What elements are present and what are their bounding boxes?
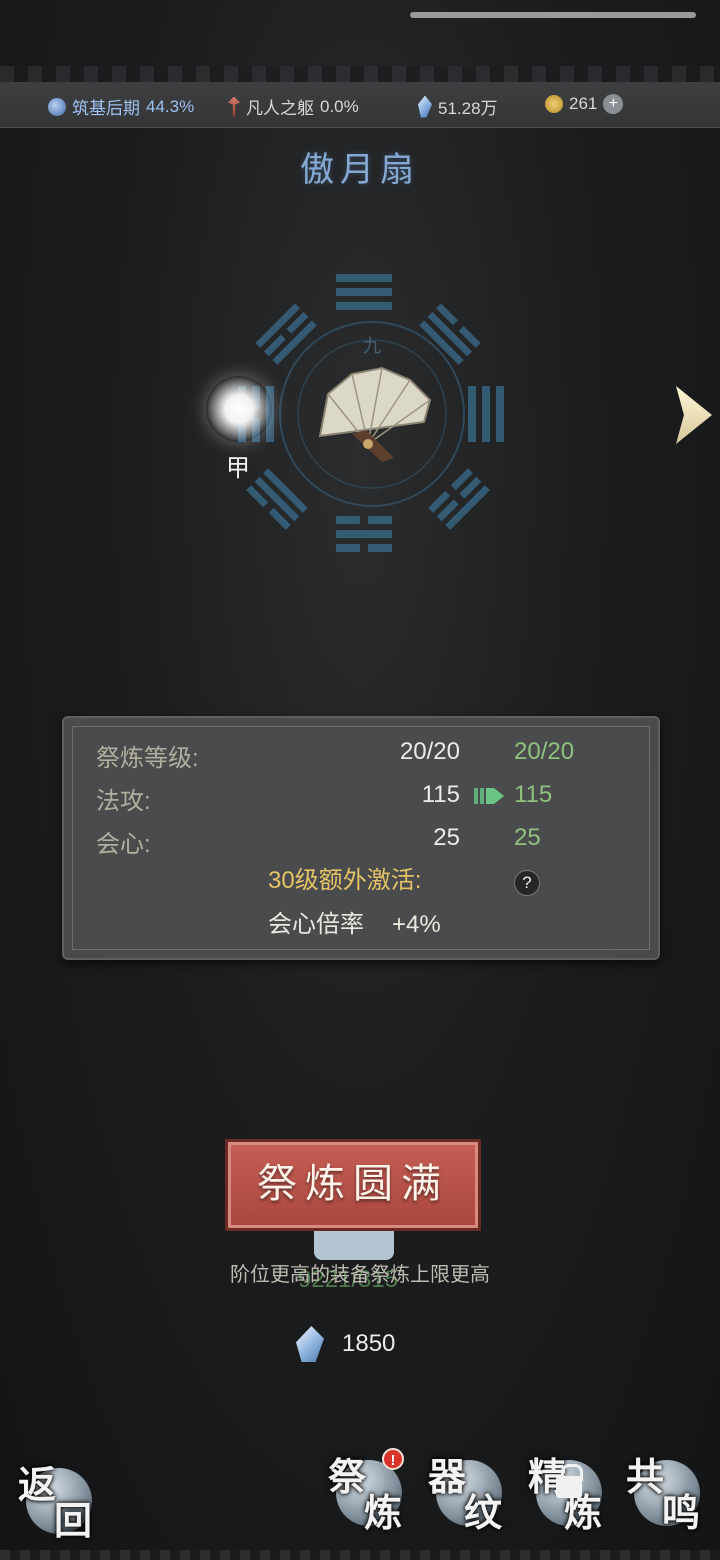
cost-amount: 1850: [342, 1330, 396, 1357]
bonus-name: 会心倍率: [268, 911, 364, 938]
spirit-orb[interactable]: [206, 376, 272, 442]
stat-current: 20/20: [399, 738, 460, 765]
stat-label: 会心:: [96, 831, 151, 858]
refine-char-2: 炼: [364, 1490, 403, 1535]
refine-complete-button[interactable]: 祭炼圆满: [225, 1139, 481, 1231]
stat-row-crit: 会心: 25 25: [64, 824, 658, 858]
spirit-grade: 甲: [226, 454, 250, 482]
upgrade-arrow-icon: [474, 788, 504, 804]
help-button[interactable]: ?: [514, 870, 540, 896]
realm-percent: 44.3%: [146, 96, 195, 116]
status-bar-handle: [410, 12, 696, 18]
pattern-char-2: 纹: [464, 1490, 503, 1535]
nav-resonance-button[interactable]: 共 鸣: [624, 1446, 710, 1535]
add-coin-button[interactable]: +: [603, 94, 624, 114]
stat-row-attack: 法攻: 115 115: [64, 781, 658, 815]
item-title: 傲月扇: [300, 150, 420, 190]
resonance-char-1: 共: [626, 1454, 665, 1499]
refine-char-1: 祭: [328, 1454, 367, 1499]
stat-label: 祭炼等级:: [96, 745, 199, 772]
resource-bar: 筑基后期 44.3% 凡人之躯 0.0% 51.28万 261 +: [0, 82, 720, 128]
bonus-row: 会心倍率 +4%: [268, 904, 441, 939]
nav-smelt-button[interactable]: 精 炼: [526, 1446, 612, 1535]
stats-panel: 祭炼等级: 20/20 20/20 法攻: 115 115 会心: 25 25 …: [62, 716, 660, 960]
stat-next: 115: [514, 781, 553, 808]
stat-next: 20/20: [514, 738, 575, 765]
bagua-emblem: 九: [238, 274, 504, 552]
stat-next: 25: [514, 824, 541, 851]
back-char-1: 返: [18, 1462, 57, 1507]
bonus-value: +4%: [392, 911, 441, 938]
body-percent: 0.0%: [320, 96, 359, 116]
material-card: [314, 1226, 394, 1260]
bottom-ornament: [0, 1550, 720, 1560]
coin-amount: 261: [569, 94, 598, 113]
coin-resource[interactable]: 261 +: [545, 94, 624, 114]
crystal-resource[interactable]: 51.28万: [418, 94, 498, 119]
crystal-icon: [418, 95, 432, 118]
body-icon: [228, 96, 240, 117]
stat-current: 25: [433, 824, 460, 851]
bonus-title: 30级额外激活:: [268, 867, 422, 894]
body-resource[interactable]: 凡人之躯 0.0%: [228, 94, 359, 119]
crystal-cost-icon: [296, 1326, 324, 1362]
lock-icon: [556, 1464, 583, 1498]
notification-badge: !: [382, 1448, 404, 1470]
nav-refine-button[interactable]: 祭 炼 !: [326, 1446, 412, 1535]
bagua-glyph: 九: [363, 336, 381, 357]
resonance-char-2: 鸣: [662, 1490, 701, 1535]
realm-resource[interactable]: 筑基后期 44.3%: [48, 94, 194, 119]
back-char-2: 回: [54, 1498, 93, 1543]
fan-icon: [318, 366, 432, 462]
stat-label: 法攻:: [96, 788, 151, 815]
pattern-char-1: 器: [428, 1454, 467, 1499]
nav-pattern-button[interactable]: 器 纹: [426, 1446, 512, 1535]
next-item-arrow[interactable]: [676, 386, 712, 444]
coin-icon: [545, 95, 563, 113]
top-ornament: [0, 66, 720, 82]
realm-icon: [48, 97, 66, 116]
realm-label: 筑基后期: [72, 99, 140, 118]
body-label: 凡人之躯: [246, 99, 314, 118]
back-button[interactable]: 返 回: [16, 1454, 102, 1543]
stat-row-level: 祭炼等级: 20/20 20/20: [64, 738, 658, 772]
stat-current: 115: [421, 781, 460, 808]
refine-hint: 阶位更高的装备祭炼上限更高: [230, 1264, 490, 1286]
crystal-amount: 51.28万: [438, 99, 498, 118]
refine-cost: 1850: [296, 1326, 395, 1362]
